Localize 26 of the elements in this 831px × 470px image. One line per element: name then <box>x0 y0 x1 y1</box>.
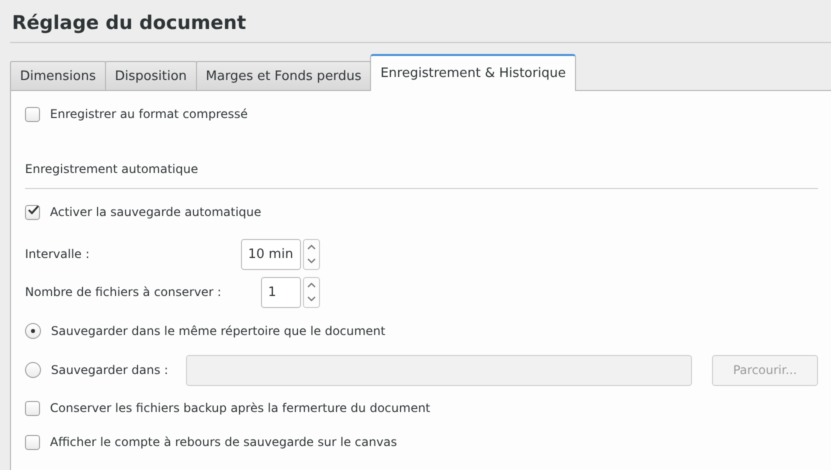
chevron-down-icon <box>307 258 316 264</box>
radio-label: Sauvegarder dans : <box>51 363 168 377</box>
tab[interactable]: Enregistrement & Historique <box>370 54 576 91</box>
checkbox[interactable] <box>25 204 40 220</box>
tab[interactable]: Dimensions <box>10 61 106 90</box>
checkbox[interactable] <box>25 434 40 450</box>
checkbox-label: Enregistrer au format compressé <box>50 107 248 121</box>
radio-label: Sauvegarder dans le même répertoire que le document <box>51 324 386 338</box>
radio-button[interactable] <box>25 323 41 339</box>
tab[interactable]: Disposition <box>104 61 197 90</box>
radio-button[interactable] <box>25 362 41 378</box>
chevron-up-icon <box>307 244 316 250</box>
window-title: Réglage du document <box>10 0 831 43</box>
chevron-up-icon <box>307 282 316 288</box>
checkbox[interactable] <box>25 106 40 122</box>
field-label: Intervalle : <box>25 247 91 261</box>
tab[interactable]: Marges et Fonds perdus <box>196 61 372 90</box>
checkbox-label: Afficher le compte à rebours de sauvegarde sur le canvas <box>50 435 398 449</box>
checkbox[interactable] <box>25 400 40 416</box>
section-heading: Enregistrement automatique <box>25 125 818 189</box>
checkbox-label: Activer la sauvegarde automatique <box>50 205 262 219</box>
number-field[interactable]: 1 <box>261 276 301 308</box>
number-field[interactable]: 10 min <box>241 238 301 270</box>
chevron-down-icon <box>307 296 316 302</box>
field-label: Nombre de fichiers à conserver : <box>25 285 222 299</box>
checkbox-label: Conserver les fichiers backup après la fermerture du document <box>50 401 430 415</box>
